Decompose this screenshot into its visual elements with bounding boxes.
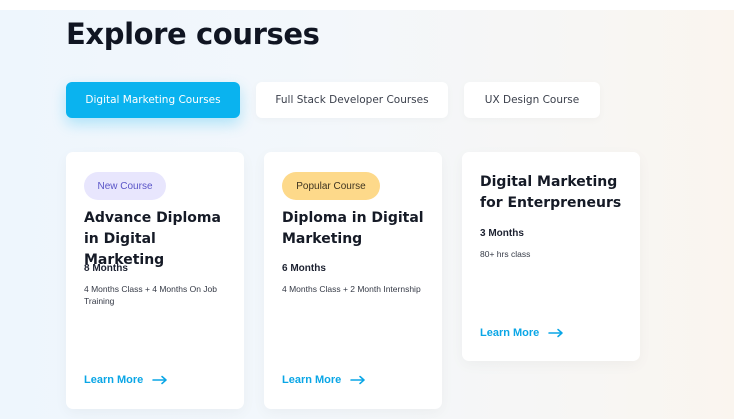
new-course-badge: New Course — [84, 172, 166, 200]
course-title: Digital Marketing for Enterpreneurs — [480, 174, 622, 211]
learn-more-link[interactable]: Learn More — [84, 374, 168, 386]
tab-ux-design[interactable]: UX Design Course — [464, 82, 600, 118]
course-duration: 3 Months — [480, 228, 524, 239]
learn-more-label: Learn More — [480, 327, 540, 339]
learn-more-label: Learn More — [282, 374, 342, 386]
course-description: 80+ hrs class — [480, 249, 531, 259]
page-title: Explore courses — [66, 17, 320, 51]
course-card-diploma: Popular Course Diploma in Digital Market… — [264, 152, 442, 409]
popular-course-badge: Popular Course — [282, 172, 380, 200]
arrow-right-icon — [152, 375, 168, 385]
tab-full-stack-developer[interactable]: Full Stack Developer Courses — [256, 82, 448, 118]
learn-more-label: Learn More — [84, 374, 144, 386]
arrow-right-icon — [548, 328, 564, 338]
course-duration: 8 Months — [84, 263, 128, 274]
course-description: 4 Months Class + 4 Months On Job Trainin… — [84, 284, 217, 306]
course-duration: 6 Months — [282, 263, 326, 274]
learn-more-link[interactable]: Learn More — [282, 374, 366, 386]
course-title: Diploma in Digital Marketing — [282, 210, 424, 247]
arrow-right-icon — [350, 375, 366, 385]
course-card-enterpreneurs: Digital Marketing for Enterpreneurs 3 Mo… — [462, 152, 640, 361]
course-card-advance-diploma: New Course Advance Diploma in Digital Ma… — [66, 152, 244, 409]
tab-digital-marketing[interactable]: Digital Marketing Courses — [66, 82, 240, 118]
course-description: 4 Months Class + 2 Month Internship — [282, 284, 421, 294]
course-title: Advance Diploma in Digital Marketing — [84, 210, 221, 268]
learn-more-link[interactable]: Learn More — [480, 327, 564, 339]
